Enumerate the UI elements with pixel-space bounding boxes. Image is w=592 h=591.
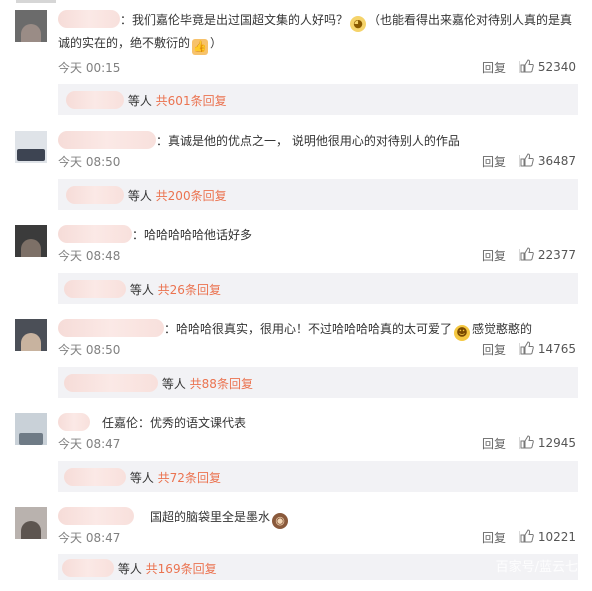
sub-replies-suffix: 等人 [127, 189, 152, 203]
reply-button[interactable]: 回复 [482, 153, 506, 170]
comment-item: ：真诚是他的优点之一， 说明他很用心的对待别人的作品 今天 08:50 回复 3… [0, 121, 592, 215]
reply-button[interactable]: 回复 [482, 341, 506, 358]
sub-replies-count-link[interactable]: 共72条回复 [158, 471, 221, 485]
comment-meta: 今天 08:48 回复 22377 [58, 247, 578, 265]
like-count: 10221 [537, 530, 576, 544]
reply-users-blurred [66, 186, 124, 204]
comment-time: 今天 00:15 [58, 61, 121, 75]
comment-item: ：哈哈哈哈哈他话好多 今天 08:48 回复 22377 等人 共26条回复 [0, 215, 592, 309]
sub-replies-suffix: 等人 [129, 471, 154, 485]
like-button[interactable]: 14765 [520, 341, 576, 356]
thumbs-up-icon [520, 247, 534, 261]
reply-button[interactable]: 回复 [482, 247, 506, 264]
avatar[interactable] [15, 131, 47, 163]
sub-replies-count-link[interactable]: 共601条回复 [156, 94, 227, 108]
sub-replies-count-link[interactable]: 共169条回复 [146, 562, 217, 576]
reply-users-blurred [64, 280, 126, 298]
thumbs-up-icon [520, 529, 534, 543]
sub-replies-bar[interactable]: 等人 共26条回复 [58, 273, 578, 304]
sub-replies-suffix: 等人 [117, 562, 142, 576]
sub-replies-count-link[interactable]: 共200条回复 [156, 189, 227, 203]
comment-time: 今天 08:47 [58, 437, 121, 451]
reply-button[interactable]: 回复 [482, 435, 506, 452]
thumbs-up-icon [520, 341, 534, 355]
reply-users-blurred [64, 468, 126, 486]
like-count: 36487 [537, 154, 576, 168]
comment-item: 任嘉伦：优秀的语文课代表 今天 08:47 回复 12945 等人 共72条回复 [0, 403, 592, 497]
comment-meta: 今天 00:15 回复 52340 [58, 59, 578, 77]
reply-users-blurred [64, 374, 158, 392]
comment-meta: 今天 08:47 回复 12945 [58, 435, 578, 453]
like-count: 14765 [537, 342, 576, 356]
username-blurred[interactable] [58, 319, 164, 337]
comment-text: 国超的脑袋里全是墨水 ◉ [58, 506, 578, 529]
sub-replies-suffix: 等人 [127, 94, 152, 108]
username-blurred[interactable] [58, 413, 90, 431]
comment-time: 今天 08:50 [58, 155, 121, 169]
laughing-emoji-icon: ☻ [454, 325, 471, 341]
thumbs-up-icon [520, 153, 534, 167]
sub-replies-bar[interactable]: 等人 共88条回复 [58, 367, 578, 398]
username-blurred[interactable] [58, 507, 134, 525]
sub-replies-count-link[interactable]: 共26条回复 [158, 283, 221, 297]
like-button[interactable]: 36487 [520, 153, 576, 168]
avatar[interactable] [15, 10, 47, 42]
watermark: 百家号/蓝云七 [495, 560, 578, 575]
comment-text: ：哈哈哈哈哈他话好多 [58, 224, 578, 246]
comment-text: ：我们嘉伦毕竟是出过国超文集的人好吗？ ◕ （也能看得出来嘉伦对待别人真的是真 诚的… [58, 9, 578, 55]
reply-users-blurred [66, 91, 124, 109]
sub-replies-count-link[interactable]: 共88条回复 [190, 377, 253, 391]
like-button[interactable]: 52340 [520, 59, 576, 74]
like-count: 52340 [537, 60, 576, 74]
thumbs-up-icon [520, 435, 534, 449]
comment-text: ：哈哈哈很真实，很用心！不过哈哈哈哈真的太可爱了 ☻ 感觉憨憨的 [58, 318, 578, 341]
comment-time: 今天 08:48 [58, 249, 121, 263]
monkey-emoji-icon: ◉ [272, 513, 289, 529]
sub-replies-suffix: 等人 [161, 377, 186, 391]
avatar[interactable] [15, 319, 47, 351]
username-blurred[interactable] [58, 225, 132, 243]
avatar[interactable] [15, 225, 47, 257]
comment-text: 任嘉伦：优秀的语文课代表 [58, 412, 578, 434]
comment-time: 今天 08:50 [58, 343, 121, 357]
sub-replies-bar[interactable]: 等人 共72条回复 [58, 461, 578, 492]
reply-button[interactable]: 回复 [482, 59, 506, 76]
username-blurred[interactable] [58, 131, 156, 149]
thumbs-up-emoji-icon: 👍 [192, 39, 209, 55]
sub-replies-bar[interactable]: 等人 共200条回复 [58, 179, 578, 210]
reply-button[interactable]: 回复 [482, 529, 506, 546]
avatar[interactable] [15, 413, 47, 445]
comment-item: ：哈哈哈很真实，很用心！不过哈哈哈哈真的太可爱了 ☻ 感觉憨憨的 今天 08:50 … [0, 309, 592, 403]
username-blurred[interactable] [58, 10, 120, 28]
like-count: 22377 [537, 248, 576, 262]
comment-meta: 今天 08:47 回复 10221 [58, 529, 578, 547]
comment-time: 今天 08:47 [58, 531, 121, 545]
sub-replies-bar[interactable]: 等人 共601条回复 [58, 84, 578, 115]
like-button[interactable]: 22377 [520, 247, 576, 262]
like-button[interactable]: 12945 [520, 435, 576, 450]
thumbs-up-icon [520, 59, 534, 73]
like-count: 12945 [537, 436, 576, 450]
sub-replies-suffix: 等人 [129, 283, 154, 297]
comment-meta: 今天 08:50 回复 14765 [58, 341, 578, 359]
reply-users-blurred [62, 559, 114, 577]
comment-item: 国超的脑袋里全是墨水 ◉ 今天 08:47 回复 10221 等人 共169条回复 [0, 497, 592, 591]
comment-meta: 今天 08:50 回复 36487 [58, 153, 578, 171]
like-button[interactable]: 10221 [520, 529, 576, 544]
dog-emoji-icon: ◕ [350, 16, 367, 32]
avatar[interactable] [15, 507, 47, 539]
comment-item: ：我们嘉伦毕竟是出过国超文集的人好吗？ ◕ （也能看得出来嘉伦对待别人真的是真 诚的… [0, 0, 592, 115]
comment-text: ：真诚是他的优点之一， 说明他很用心的对待别人的作品 [58, 130, 578, 152]
